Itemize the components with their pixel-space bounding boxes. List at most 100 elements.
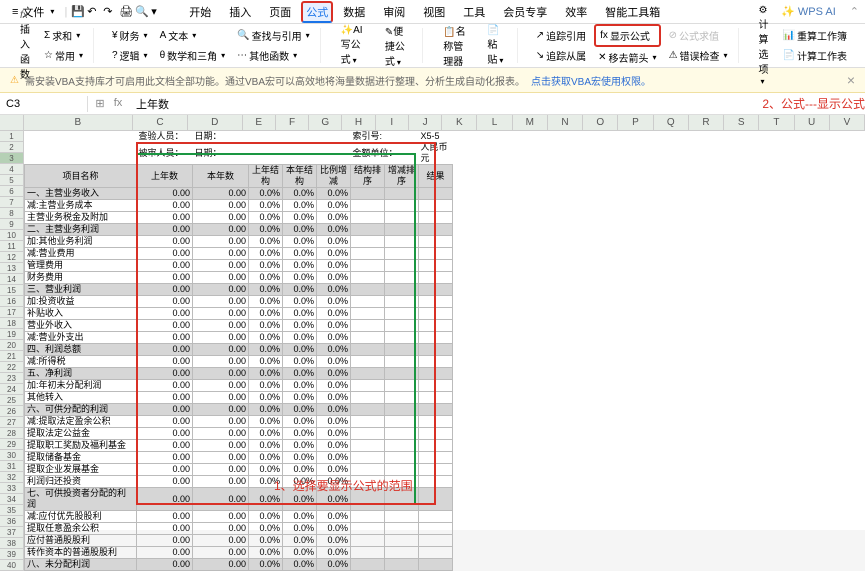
table-row[interactable]: 补贴收入0.000.000.0%0.0%0.0% xyxy=(25,308,453,320)
table-row[interactable]: 其他转入0.000.000.0%0.0%0.0% xyxy=(25,392,453,404)
tab-view[interactable]: 视图 xyxy=(415,2,453,22)
row-header[interactable]: 19 xyxy=(0,329,24,340)
row-header[interactable]: 7 xyxy=(0,197,24,208)
row-header[interactable]: 34 xyxy=(0,494,24,505)
tab-member[interactable]: 会员专享 xyxy=(495,2,555,22)
row-header[interactable]: 5 xyxy=(0,175,24,186)
qat-undo-icon[interactable]: ↶ xyxy=(87,5,101,19)
trace-precedent-button[interactable]: ↗ 追踪引用 xyxy=(532,26,590,45)
row-header[interactable]: 15 xyxy=(0,285,24,296)
row-header[interactable]: 21 xyxy=(0,351,24,362)
select-all-corner[interactable] xyxy=(0,115,24,130)
row-header[interactable]: 4 xyxy=(0,164,24,175)
col-header[interactable]: U xyxy=(795,115,830,130)
wps-ai-button[interactable]: ✨ WPS AI xyxy=(773,3,844,20)
tab-page[interactable]: 页面 xyxy=(261,2,299,22)
qat-print-icon[interactable]: 🖨 xyxy=(119,5,133,19)
row-header[interactable]: 16 xyxy=(0,296,24,307)
text-button[interactable]: A 文本▾ xyxy=(156,26,230,45)
table-row[interactable]: 六、可供分配的利润0.000.000.0%0.0%0.0% xyxy=(25,404,453,416)
row-header[interactable]: 22 xyxy=(0,362,24,373)
table-row[interactable]: 减:应付优先股股利0.000.000.0%0.0%0.0% xyxy=(25,511,453,523)
col-header[interactable]: V xyxy=(830,115,865,130)
logic-button[interactable]: ? 逻辑▾ xyxy=(108,46,152,65)
row-header[interactable]: 39 xyxy=(0,549,24,560)
close-notice-button[interactable]: × xyxy=(847,72,855,88)
row-header[interactable]: 35 xyxy=(0,505,24,516)
row-header[interactable]: 28 xyxy=(0,428,24,439)
paste-button[interactable]: 📄粘贴▾ xyxy=(481,23,510,68)
col-header[interactable]: T xyxy=(759,115,794,130)
formula-input[interactable]: 上年数 xyxy=(130,94,702,114)
row-header[interactable]: 26 xyxy=(0,406,24,417)
table-row[interactable]: 二、主营业务利润0.000.000.0%0.0%0.0% xyxy=(25,224,453,236)
col-header[interactable]: R xyxy=(689,115,724,130)
table-row[interactable]: 五、净利润0.000.000.0%0.0%0.0% xyxy=(25,368,453,380)
recalc-wb-button[interactable]: 📊 重算工作簿 xyxy=(779,26,851,45)
tab-insert[interactable]: 插入 xyxy=(221,2,259,22)
show-formula-button[interactable]: fx 显示公式 xyxy=(594,24,660,47)
row-header[interactable]: 6 xyxy=(0,186,24,197)
table-row[interactable]: 减:提取法定盈余公积0.000.000.0%0.0%0.0% xyxy=(25,416,453,428)
row-header[interactable]: 2 xyxy=(0,142,24,153)
lookup-button[interactable]: 🔍 查找与引用▾ xyxy=(233,26,313,45)
name-box[interactable]: C3 xyxy=(0,96,88,112)
col-header[interactable]: F xyxy=(276,115,309,130)
table-row[interactable]: 加:其他业务利润0.000.000.0%0.0%0.0% xyxy=(25,236,453,248)
col-header[interactable]: N xyxy=(548,115,583,130)
col-header[interactable]: O xyxy=(583,115,618,130)
notice-link[interactable]: 点击获取VBA宏使用权限。 xyxy=(531,73,651,88)
convenient-button[interactable]: ✎便捷公式▾ xyxy=(379,21,416,70)
row-header[interactable]: 29 xyxy=(0,439,24,450)
calc-sheet-button[interactable]: 📄 计算工作表 xyxy=(779,46,851,65)
qat-redo-icon[interactable]: ↷ xyxy=(103,5,117,19)
table-row[interactable]: 管理费用0.000.000.0%0.0%0.0% xyxy=(25,260,453,272)
row-header[interactable]: 11 xyxy=(0,241,24,252)
table-row[interactable]: 财务费用0.000.000.0%0.0%0.0% xyxy=(25,272,453,284)
row-header[interactable]: 9 xyxy=(0,219,24,230)
table-row[interactable]: 四、利润总额0.000.000.0%0.0%0.0% xyxy=(25,344,453,356)
row-header[interactable]: 17 xyxy=(0,307,24,318)
table-row[interactable]: 提取任意盈余公积0.000.000.0%0.0%0.0% xyxy=(25,523,453,535)
col-header[interactable]: B xyxy=(24,115,134,130)
col-header[interactable]: L xyxy=(477,115,512,130)
col-header[interactable]: E xyxy=(243,115,276,130)
row-header[interactable]: 37 xyxy=(0,527,24,538)
table-row[interactable]: 提取储备基金0.000.000.0%0.0%0.0% xyxy=(25,452,453,464)
row-header[interactable]: 8 xyxy=(0,208,24,219)
row-header[interactable]: 18 xyxy=(0,318,24,329)
row-header[interactable]: 20 xyxy=(0,340,24,351)
grid-body[interactable]: 查验人员：日期：索引号:X5-5 被审人员：日期：金额单位：人民币元 项目名称上… xyxy=(24,131,453,571)
row-header[interactable]: 1 xyxy=(0,131,24,142)
tab-start[interactable]: 开始 xyxy=(181,2,219,22)
table-row[interactable]: 应付普通股股利0.000.000.0%0.0%0.0% xyxy=(25,535,453,547)
table-row[interactable]: 八、未分配利润0.000.000.0%0.0%0.0% xyxy=(25,559,453,571)
error-check-button[interactable]: ⚠ 错误检查▾ xyxy=(665,46,732,65)
tab-efficiency[interactable]: 效率 xyxy=(557,2,595,22)
table-row[interactable]: 营业外收入0.000.000.0%0.0%0.0% xyxy=(25,320,453,332)
table-row[interactable]: 加:投资收益0.000.000.0%0.0%0.0% xyxy=(25,296,453,308)
common-button[interactable]: ☆ 常用▾ xyxy=(40,46,87,65)
col-header[interactable]: H xyxy=(342,115,375,130)
qat-preview-icon[interactable]: 🔍 xyxy=(135,5,149,19)
table-row[interactable]: 提取企业发展基金0.000.000.0%0.0%0.0% xyxy=(25,464,453,476)
row-header[interactable]: 25 xyxy=(0,395,24,406)
calc-options-button[interactable]: ⚙计算选项▾ xyxy=(753,3,775,89)
tab-smart[interactable]: 智能工具箱 xyxy=(597,2,668,22)
remove-arrows-button[interactable]: ✕ 移去箭头▾ xyxy=(594,48,660,67)
table-row[interactable]: 主营业务税金及附加0.000.000.0%0.0%0.0% xyxy=(25,212,453,224)
table-row[interactable]: 一、主营业务收入0.000.000.0%0.0%0.0% xyxy=(25,188,453,200)
col-header[interactable]: Q xyxy=(654,115,689,130)
table-row[interactable]: 提取职工奖励及福利基金0.000.000.0%0.0%0.0% xyxy=(25,440,453,452)
finance-button[interactable]: ¥ 财务▾ xyxy=(108,26,152,45)
row-header[interactable]: 14 xyxy=(0,274,24,285)
table-row[interactable]: 减:主营业务成本0.000.000.0%0.0%0.0% xyxy=(25,200,453,212)
row-header[interactable]: 36 xyxy=(0,516,24,527)
formula-eval-button[interactable]: ⊘ 公式求值 xyxy=(665,26,732,45)
math-button[interactable]: θ 数学和三角▾ xyxy=(156,46,230,65)
qat-save-icon[interactable]: 💾 xyxy=(71,5,85,19)
col-header[interactable]: I xyxy=(376,115,409,130)
row-header[interactable]: 10 xyxy=(0,230,24,241)
sum-button[interactable]: Σ 求和▾ xyxy=(40,26,87,45)
tab-formula[interactable]: 公式 xyxy=(301,1,333,23)
